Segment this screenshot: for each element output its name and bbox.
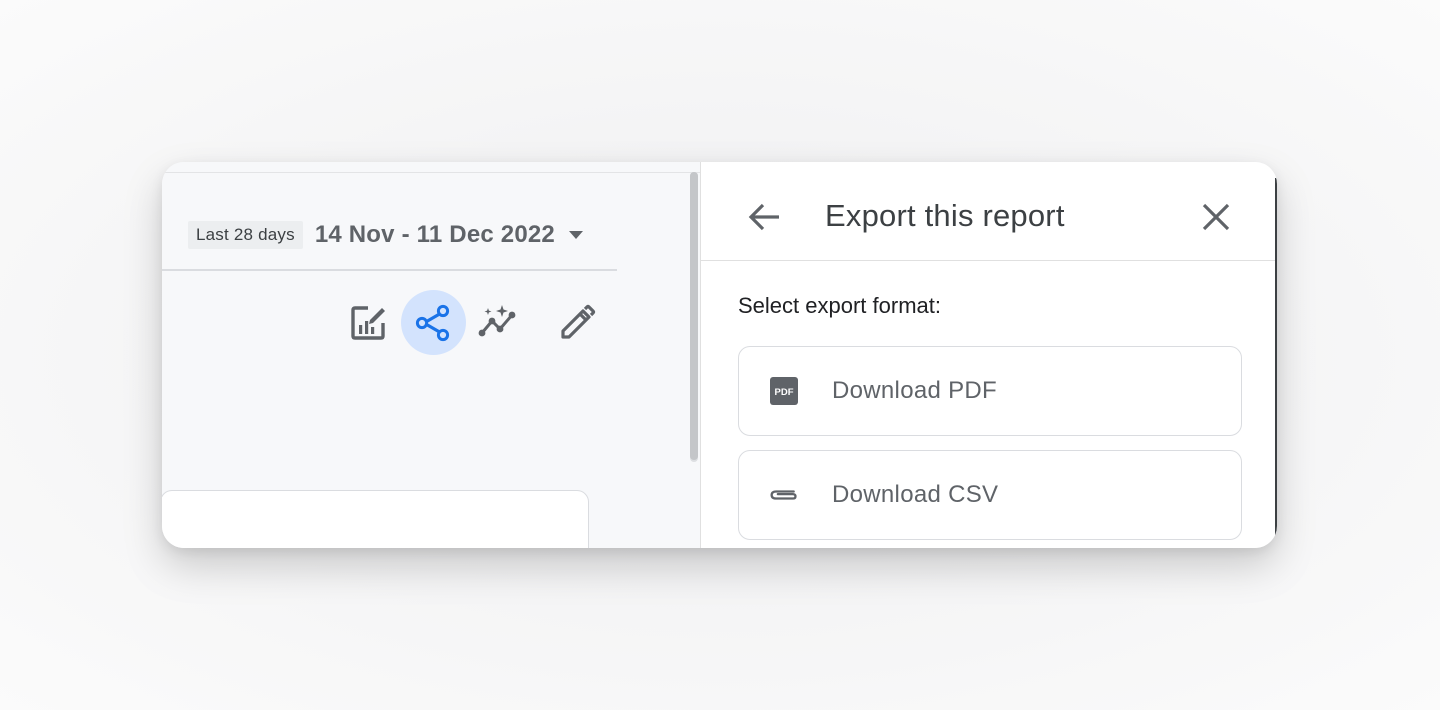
option-label: Download PDF [832,377,998,404]
share-icon[interactable] [412,301,456,345]
scrollbar-thumb[interactable] [690,172,698,460]
customize-report-icon[interactable] [346,301,390,345]
edit-icon[interactable] [555,301,599,345]
date-range-text[interactable]: 14 Nov - 11 Dec 2022 [315,221,555,249]
close-icon[interactable] [1193,194,1239,240]
arrow-back-icon[interactable] [741,194,787,240]
panel-edge [1275,178,1277,548]
download-csv-button[interactable]: Download CSV [738,450,1242,540]
attachment-icon [769,480,799,510]
top-divider [162,172,702,173]
svg-text:PDF: PDF [775,387,794,398]
option-label: Download CSV [832,481,999,508]
export-panel: Export this report Select export format:… [700,162,1277,548]
date-range-chip[interactable]: Last 28 days [188,221,303,249]
export-panel-header: Export this report [701,162,1277,261]
report-card [162,490,589,548]
insights-icon[interactable] [476,301,520,345]
date-range-underline [162,269,617,271]
panel-title: Export this report [825,198,1065,233]
export-format-label: Select export format: [738,293,941,318]
download-pdf-button[interactable]: PDF Download PDF [738,346,1242,436]
report-area: Last 28 days 14 Nov - 11 Dec 2022 [162,162,702,548]
app-window: Last 28 days 14 Nov - 11 Dec 2022 Export… [162,162,1277,548]
pdf-icon: PDF [769,376,799,406]
caret-down-icon[interactable] [568,231,583,239]
date-range-selector[interactable]: Last 28 days 14 Nov - 11 Dec 2022 [188,221,583,249]
